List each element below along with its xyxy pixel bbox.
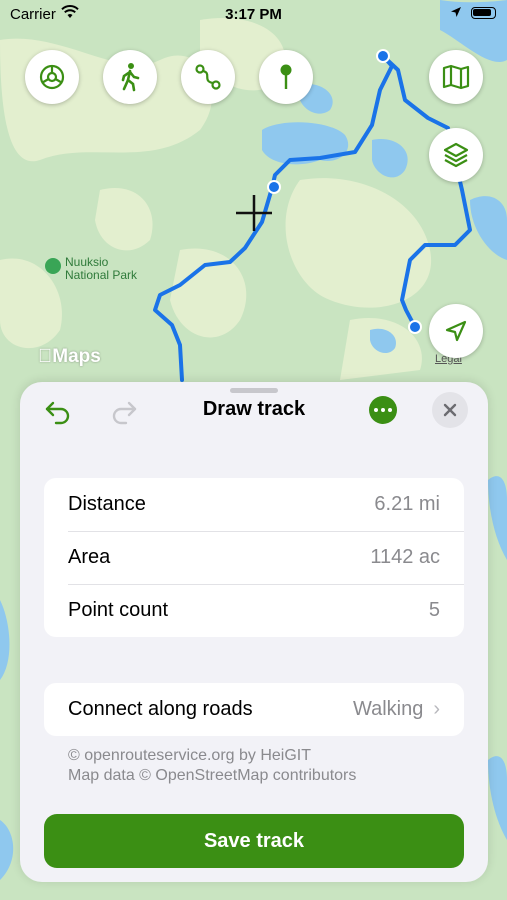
status-time: 3:17 PM — [225, 6, 282, 23]
walking-person-icon — [121, 63, 140, 92]
chevron-right-icon: › — [433, 698, 440, 720]
close-icon — [443, 403, 457, 417]
route-point[interactable] — [376, 49, 390, 63]
stat-label: Distance — [68, 493, 146, 515]
stat-row-point-count: Point count 5 — [44, 584, 464, 637]
map-icon — [442, 64, 470, 90]
stat-label: Area — [68, 546, 111, 568]
more-dot-icon — [381, 408, 385, 412]
add-pin-button[interactable] — [259, 50, 313, 104]
credits-line: © openrouteservice.org by HeiGIT — [68, 747, 312, 764]
stat-value: 1142 ac — [370, 546, 440, 568]
location-services-icon — [451, 7, 461, 17]
routing-card[interactable]: Connect along roads Walking › — [44, 683, 464, 736]
maps-logo-text: Maps — [38, 346, 101, 367]
routing-label: Connect along roads — [68, 698, 253, 720]
more-dot-icon — [388, 408, 392, 412]
location-arrow-icon — [445, 320, 467, 342]
stat-label: Point count — [68, 599, 169, 621]
park-label: Nuuksio National Park — [45, 256, 137, 282]
close-button[interactable] — [432, 392, 468, 428]
routing-credits: © openrouteservice.org by HeiGIT Map dat… — [68, 746, 356, 786]
map-style-button[interactable] — [429, 50, 483, 104]
settings-gear-icon — [39, 64, 65, 90]
park-label-line2: National Park — [65, 268, 138, 282]
stat-row-distance: Distance 6.21 mi — [44, 478, 464, 531]
apple-maps-logo: Maps — [38, 346, 101, 368]
status-bar: Carrier 3:17 PM — [0, 0, 507, 30]
activity-walking-button[interactable] — [103, 50, 157, 104]
routing-value: Walking — [352, 698, 424, 720]
track-stats-card: Distance 6.21 mi Area 1142 ac Point coun… — [44, 478, 464, 637]
more-dot-icon — [374, 408, 378, 412]
route-mode-button[interactable] — [181, 50, 235, 104]
route-point[interactable] — [408, 320, 422, 334]
stat-value: 6.21 mi — [374, 493, 440, 515]
map-pin-icon — [280, 64, 292, 89]
settings-button[interactable] — [25, 50, 79, 104]
draw-track-sheet: Draw track Distance 6.21 mi Area 1142 ac… — [20, 382, 488, 882]
stat-row-area: Area 1142 ac — [44, 531, 464, 584]
connect-along-roads-row[interactable]: Connect along roads Walking › — [44, 683, 464, 736]
stat-value: 5 — [428, 599, 440, 621]
sheet-grabber[interactable] — [230, 388, 278, 393]
save-track-button[interactable]: Save track — [44, 814, 464, 868]
current-location-button[interactable] — [429, 304, 483, 358]
layers-icon — [443, 142, 469, 168]
sheet-title: Draw track — [202, 398, 306, 420]
credits-line: Map data © OpenStreetMap contributors — [68, 767, 357, 784]
battery-icon — [471, 7, 496, 19]
park-icon — [45, 258, 61, 274]
layers-button[interactable] — [429, 128, 483, 182]
route-icon — [195, 64, 221, 90]
route-point[interactable] — [267, 180, 281, 194]
more-options-button[interactable] — [369, 396, 397, 424]
